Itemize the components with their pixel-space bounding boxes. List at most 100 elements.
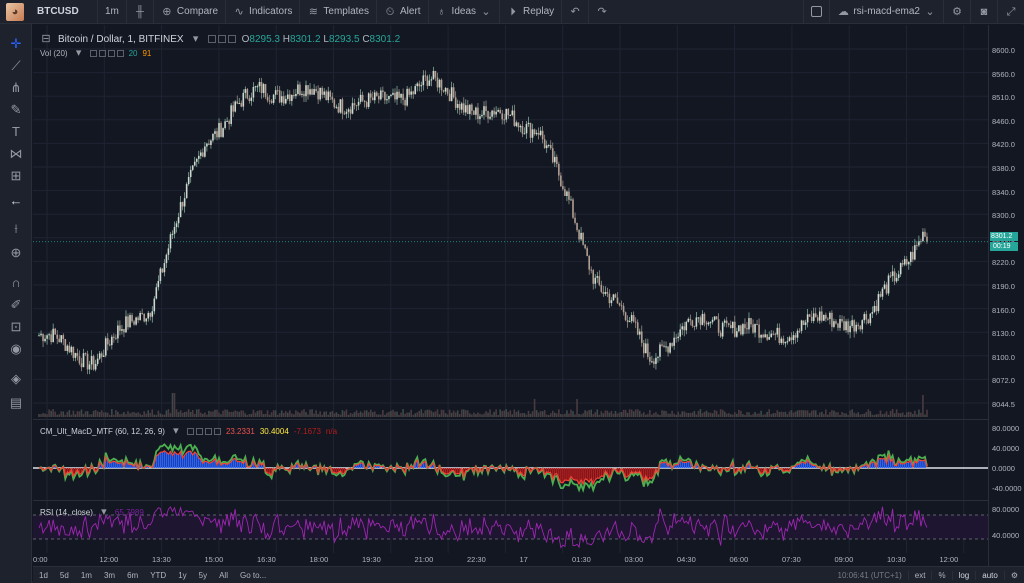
candle-body — [895, 277, 898, 282]
candle-body — [473, 110, 475, 115]
series-title[interactable]: Bitcoin / Dollar, 1, BITFINEX — [58, 34, 184, 45]
undo-button[interactable]: ↶ — [562, 0, 590, 24]
range-1d[interactable]: 1d — [33, 571, 54, 580]
ideas-button[interactable]: ♁ Ideas ⌄ — [429, 0, 501, 24]
indicators-button[interactable]: ∿ Indicators — [226, 0, 301, 24]
range-3m[interactable]: 3m — [98, 571, 121, 580]
crosshair-icon[interactable]: ✛ — [6, 35, 26, 53]
volume-bar — [428, 409, 431, 417]
fullscreen-button[interactable] — [803, 0, 831, 24]
log-toggle[interactable]: log — [951, 570, 976, 580]
range-6m[interactable]: 6m — [121, 571, 144, 580]
range-1y[interactable]: 1y — [172, 571, 192, 580]
chevron-down-icon[interactable]: ▾ — [190, 33, 202, 45]
lightbulb-icon: ♁ — [437, 5, 446, 18]
volume-bar — [614, 411, 617, 417]
pane-separator[interactable] — [33, 419, 1024, 420]
candle-body — [48, 334, 50, 336]
templates-button[interactable]: ≋ Templates — [300, 0, 377, 24]
candle-body — [179, 202, 182, 218]
settings-button[interactable]: ⚙ — [944, 0, 971, 24]
volume-bar — [40, 414, 42, 417]
macd-histogram-bar — [594, 468, 597, 480]
pattern-icon[interactable]: ⋈ — [6, 145, 26, 163]
candle-body — [378, 95, 380, 100]
volume-bar — [88, 414, 91, 417]
candle-body — [246, 89, 249, 99]
candle-body — [820, 311, 823, 321]
price-tick-label: 8340.0 — [992, 187, 1015, 197]
rsi-title[interactable]: RSI (14, close) — [40, 508, 93, 517]
macd-title[interactable]: CM_Ult_MacD_MTF (60, 12, 26, 9) — [40, 427, 165, 436]
candle-body — [276, 90, 279, 92]
time-axis[interactable]: 0:00 12:00 13:30 15:00 16:30 18:00 19:30 21:00 2… — [33, 553, 988, 566]
compare-button[interactable]: ⊕ Compare — [154, 0, 227, 24]
legend-actions[interactable] — [89, 49, 124, 57]
legend-actions[interactable] — [207, 35, 236, 43]
candle-body — [875, 305, 878, 312]
user-avatar[interactable]: ◕ — [6, 2, 24, 21]
range-ytd[interactable]: YTD — [144, 571, 172, 580]
back-arrow-icon[interactable]: ← — [6, 192, 26, 210]
candle-body — [406, 88, 408, 106]
chart-canvas[interactable] — [33, 25, 988, 566]
chevron-down-icon[interactable]: ▾ — [73, 47, 85, 59]
range-5d[interactable]: 5d — [54, 571, 75, 580]
range-1m[interactable]: 1m — [75, 571, 98, 580]
symbol-search[interactable]: BTCUSD — [30, 0, 98, 24]
candle-body — [871, 312, 874, 314]
volume-bar — [485, 411, 487, 417]
lock-icon[interactable]: ⊡ — [6, 318, 26, 336]
prediction-icon[interactable]: ⊞ — [6, 167, 26, 185]
macd-histogram-bar — [119, 463, 121, 468]
snapshot-button[interactable]: ◙ — [971, 0, 998, 24]
volume-bar — [208, 410, 210, 417]
candle-body — [228, 120, 230, 124]
volume-bar — [711, 413, 714, 417]
collapse-icon[interactable]: ⊟ — [40, 33, 52, 45]
chart-style-button[interactable]: ╫ — [127, 0, 154, 24]
candle-body — [410, 91, 412, 95]
volume-bar — [881, 414, 884, 417]
legend-actions[interactable] — [186, 427, 221, 435]
candle-body — [665, 346, 667, 348]
ruler-icon[interactable]: ⟊ — [6, 220, 26, 238]
brush-icon[interactable]: ✎ — [6, 101, 26, 119]
text-icon[interactable]: T — [6, 123, 26, 141]
candle-body — [187, 177, 190, 185]
gear-icon[interactable]: ⚙ — [1003, 570, 1024, 580]
trash-icon[interactable]: ▤ — [6, 394, 26, 412]
alert-button[interactable]: ⏲ Alert — [377, 0, 429, 24]
clock-timezone[interactable]: 10:06:41 (UTC+1) — [832, 571, 908, 580]
candle-body — [903, 259, 906, 265]
layers-icon[interactable]: ◈ — [6, 370, 26, 388]
stay-drawing-icon[interactable]: ✐ — [6, 296, 26, 314]
layout-button[interactable]: ☁ rsi-macd-ema2 ⌄ — [830, 0, 944, 24]
volume-title[interactable]: Vol (20) — [40, 49, 68, 58]
auto-toggle[interactable]: auto — [975, 570, 1004, 580]
zoom-icon[interactable]: ⊕ — [6, 244, 26, 262]
ext-toggle[interactable]: ext — [907, 570, 932, 580]
eye-icon[interactable]: ◉ — [6, 340, 26, 358]
percent-toggle[interactable]: % — [931, 570, 951, 580]
candle-body — [234, 101, 237, 112]
range-5y[interactable]: 5y — [193, 571, 213, 580]
pane-separator[interactable] — [33, 500, 1024, 501]
candle-body — [681, 326, 684, 330]
goto-button[interactable]: Go to... — [234, 571, 272, 580]
interval-button[interactable]: 1m — [98, 0, 127, 24]
volume-bar — [424, 410, 427, 417]
chevron-down-icon[interactable]: ▾ — [98, 506, 110, 518]
volume-bar — [119, 414, 121, 417]
magnet-icon[interactable]: ∩ — [6, 274, 26, 292]
maximize-button[interactable]: ⤢ — [998, 0, 1024, 24]
redo-button[interactable]: ↷ — [589, 0, 615, 24]
price-scale[interactable]: 8600.0 8560.0 8510.0 8460.0 8420.0 8380.0 8340… — [988, 25, 1024, 566]
candle-body — [325, 91, 328, 101]
replay-button[interactable]: ⏵ Replay — [500, 0, 563, 24]
range-all[interactable]: All — [213, 571, 234, 580]
chevron-down-icon[interactable]: ▾ — [170, 425, 182, 437]
trendline-icon[interactable]: ⟋ — [6, 57, 26, 75]
pitchfork-icon[interactable]: ⋔ — [6, 79, 26, 97]
candle-body — [40, 333, 42, 336]
